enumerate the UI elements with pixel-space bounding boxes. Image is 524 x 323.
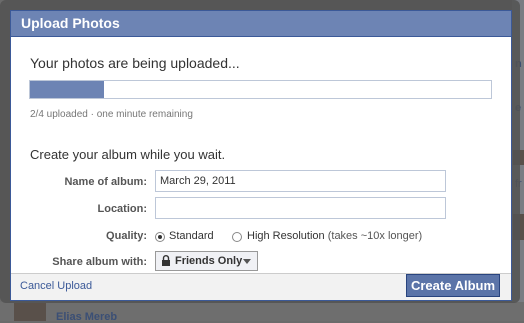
upload-photos-dialog: Upload Photos Your photos are being uplo… [10, 10, 512, 301]
album-name-input[interactable]: March 29, 2011 [155, 170, 446, 192]
album-prompt: Create your album while you wait. [30, 147, 226, 162]
quality-high-resolution-note: (takes ~10x longer) [327, 230, 423, 242]
chevron-down-icon [243, 259, 251, 264]
album-name-label: Name of album: [64, 176, 147, 188]
quality-standard-label[interactable]: Standard [169, 230, 214, 242]
quality-high-resolution-radio[interactable] [232, 232, 242, 242]
cancel-upload-link[interactable]: Cancel Upload [20, 280, 92, 292]
dialog-footer: Cancel Upload Create Album [11, 273, 511, 300]
background-avatar [14, 303, 46, 321]
quality-high-resolution-option[interactable]: High Resolution (takes ~10x longer) [247, 230, 422, 242]
privacy-selector-label: Friends Only [175, 255, 243, 267]
background-user-name: Elias Mereb [56, 311, 118, 323]
upload-status-text: Your photos are being uploaded... [30, 55, 240, 71]
dialog-body: Your photos are being uploaded... 2/4 up… [11, 37, 511, 275]
quality-high-resolution-label: High Resolution [247, 230, 325, 242]
upload-progress-text: 2/4 uploaded · one minute remaining [30, 109, 193, 120]
upload-progress-bar [29, 80, 492, 99]
location-label: Location: [97, 203, 148, 215]
location-input[interactable] [155, 197, 446, 219]
dialog-title: Upload Photos [11, 11, 511, 37]
privacy-selector[interactable]: Friends Only [155, 251, 258, 271]
quality-standard-radio[interactable] [155, 232, 165, 242]
quality-label: Quality: [106, 230, 147, 242]
upload-progress-fill [30, 81, 104, 98]
create-album-button[interactable]: Create Album [406, 274, 500, 297]
share-album-label: Share album with: [52, 256, 147, 268]
lock-icon [162, 255, 170, 266]
